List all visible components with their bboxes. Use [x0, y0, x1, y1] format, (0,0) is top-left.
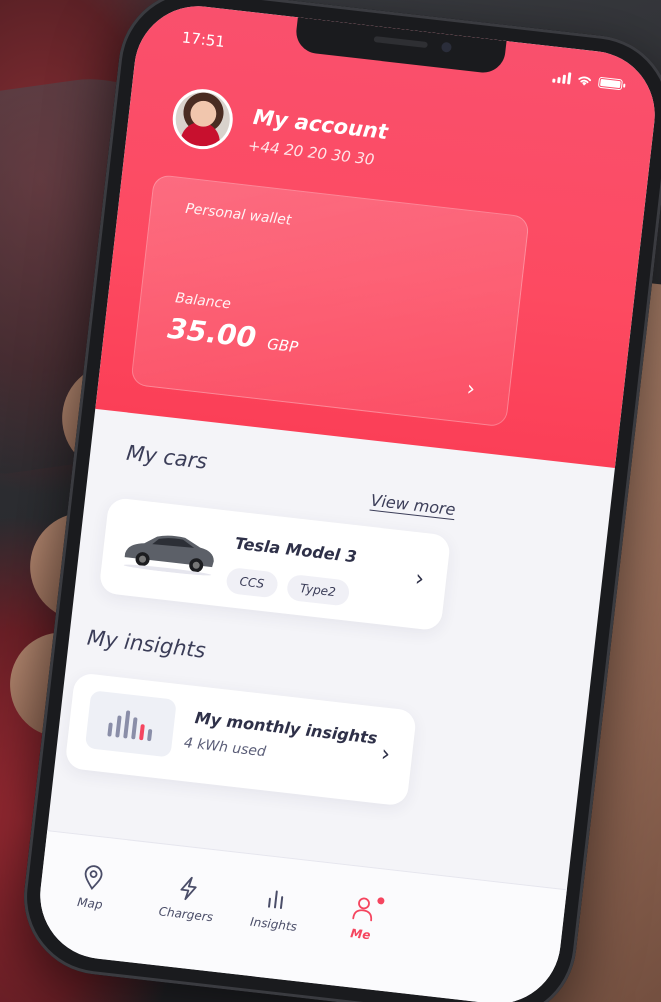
- wifi-icon: [578, 76, 592, 86]
- chevron-right-icon: ›: [465, 375, 477, 401]
- balance-row: 35.00 GBP: [166, 312, 300, 360]
- map-pin-icon: [84, 865, 103, 890]
- wallet-card[interactable]: Personal wallet Balance 35.00 GBP ›: [130, 173, 530, 428]
- front-camera: [440, 41, 452, 53]
- bar-chart-icon: [84, 690, 177, 758]
- bottom-tab-bar: Map Chargers Insights Me: [33, 830, 567, 1002]
- wallet-label: Personal wallet: [184, 200, 293, 229]
- status-icons: [552, 71, 624, 91]
- car-image: [123, 535, 214, 576]
- signal-icon: [552, 71, 572, 85]
- tab-insights[interactable]: Insights: [249, 883, 301, 934]
- tab-label: Chargers: [158, 904, 214, 925]
- tab-label: Me: [349, 926, 372, 943]
- phone-screen: 17:51 My account +44 20 20 30 30 Persona…: [33, 0, 661, 1002]
- tab-chargers[interactable]: Chargers: [158, 873, 217, 925]
- my-insights-title: My insights: [85, 625, 207, 663]
- bar-chart-icon: [268, 890, 284, 910]
- phone-notch: [293, 17, 507, 75]
- insights-card-subtitle: 4 kWh used: [183, 735, 267, 761]
- tab-me[interactable]: Me: [349, 894, 385, 943]
- battery-icon: [597, 76, 624, 90]
- chevron-right-icon: ›: [379, 741, 392, 768]
- my-cars-title: My cars: [125, 440, 209, 474]
- notification-dot: [377, 896, 385, 905]
- car-name: Tesla Model 3: [233, 533, 358, 567]
- avatar[interactable]: [169, 85, 236, 153]
- user-icon: [352, 897, 373, 922]
- chevron-right-icon: ›: [413, 566, 426, 593]
- phone-device: 17:51 My account +44 20 20 30 30 Persona…: [15, 0, 661, 1002]
- lightning-icon: [180, 876, 197, 901]
- account-phone: +44 20 20 30 30: [247, 136, 376, 169]
- insights-card[interactable]: My monthly insights 4 kWh used ›: [64, 672, 418, 807]
- account-header: 17:51 My account +44 20 20 30 30 Persona…: [95, 0, 661, 469]
- connector-tag: Type2: [285, 573, 351, 607]
- car-card[interactable]: Tesla Model 3 CCS Type2 ›: [98, 496, 452, 632]
- tab-label: Insights: [249, 914, 298, 934]
- view-more-link[interactable]: View more: [370, 491, 457, 520]
- status-time: 17:51: [180, 28, 226, 52]
- balance-currency: GBP: [266, 334, 300, 357]
- speaker: [373, 35, 428, 49]
- balance-amount: 35.00: [166, 311, 258, 355]
- balance-label: Balance: [174, 290, 232, 313]
- tab-map[interactable]: Map: [77, 863, 107, 912]
- tab-label: Map: [76, 895, 104, 912]
- connector-tags: CCS Type2: [225, 566, 351, 607]
- connector-tag: CCS: [225, 566, 279, 599]
